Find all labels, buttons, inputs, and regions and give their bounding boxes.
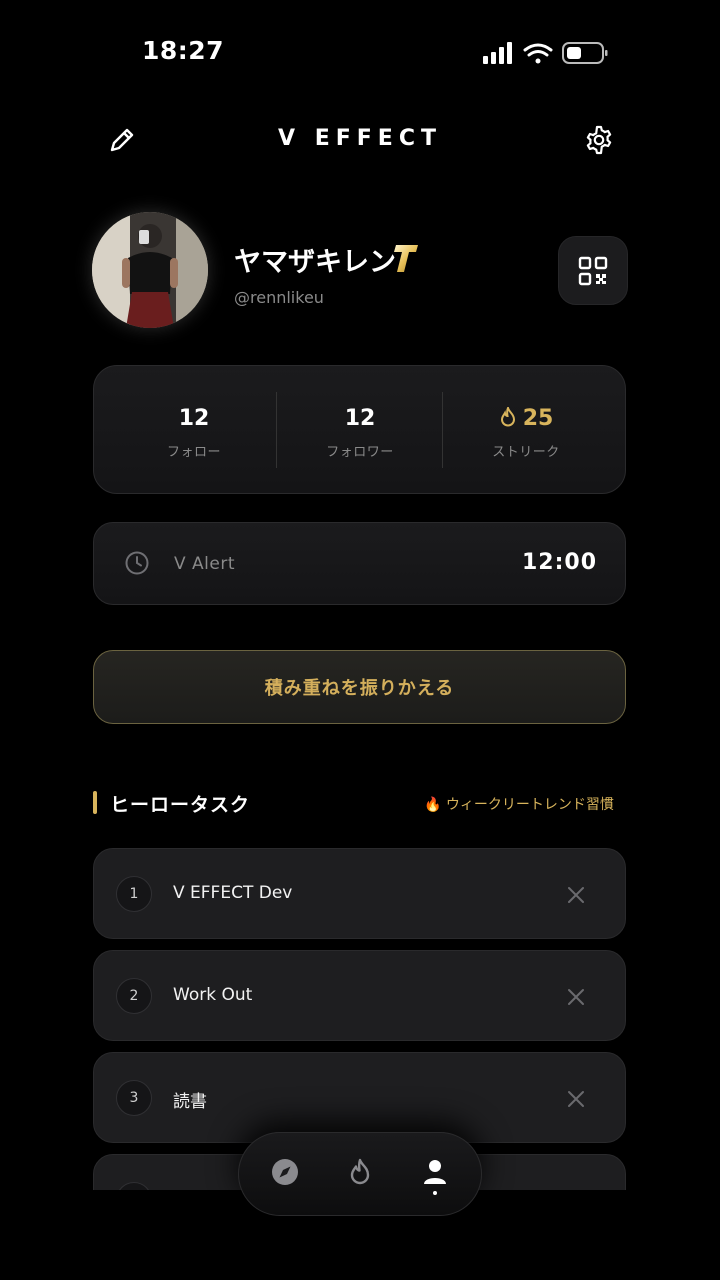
stat-streak[interactable]: 25 ストリーク — [443, 405, 609, 460]
section-title: ヒーロータスク — [110, 794, 251, 816]
task-item[interactable]: 3 読書 — [93, 1052, 626, 1143]
qr-code-icon — [578, 256, 608, 285]
task-number: 2 — [116, 978, 152, 1014]
tab-bar — [238, 1132, 482, 1216]
qr-code-button[interactable] — [558, 236, 628, 305]
flame-icon[interactable] — [345, 1157, 375, 1187]
t-badge-icon — [394, 245, 418, 272]
clock-icon — [125, 551, 149, 575]
compass-icon[interactable] — [270, 1157, 300, 1187]
avatar[interactable] — [92, 212, 208, 328]
active-tab-indicator — [433, 1191, 437, 1195]
profile-icon[interactable] — [420, 1157, 450, 1187]
status-icons — [483, 42, 608, 64]
alert-label: V Alert — [174, 554, 235, 574]
section-accent-bar — [93, 791, 97, 814]
stat-followers[interactable]: 12 フォロワー — [277, 406, 443, 460]
task-text: V EFFECT Dev — [173, 883, 293, 903]
flame-icon — [500, 405, 515, 427]
profile-handle: @rennlikeu — [234, 288, 324, 307]
profile-name: ヤマザキレン — [234, 247, 396, 278]
stat-label: フォロワー — [326, 445, 394, 460]
stat-following[interactable]: 12 フォロー — [111, 406, 277, 460]
app-title: V EFFECT — [278, 126, 442, 151]
task-item[interactable]: 2 Work Out — [93, 950, 626, 1041]
avatar-photo — [92, 212, 208, 328]
wifi-icon — [523, 43, 553, 64]
battery-icon — [562, 42, 608, 64]
stat-value: 25 — [522, 406, 554, 431]
close-icon[interactable] — [566, 885, 586, 905]
stats-card: 12 フォロー 12 フォロワー 25 ストリーク — [93, 365, 626, 494]
stat-label: ストリーク — [492, 445, 560, 460]
gear-icon[interactable] — [583, 124, 615, 156]
alert-time[interactable]: 12:00 — [480, 550, 597, 575]
task-number: 3 — [116, 1080, 152, 1116]
task-text: Work Out — [173, 985, 253, 1005]
task-text: 読書 — [173, 1092, 207, 1112]
streak-value-row: 25 — [443, 405, 609, 431]
stat-value: 12 — [178, 406, 210, 431]
weekly-trend-link[interactable]: 🔥 ウィークリートレンド習慣 — [424, 794, 614, 814]
stat-value: 12 — [344, 406, 376, 431]
edit-icon[interactable] — [106, 124, 138, 156]
task-number: 1 — [116, 876, 152, 912]
status-time: 18:27 — [142, 36, 225, 65]
reflect-button[interactable]: 積み重ねを振りかえる — [93, 650, 626, 724]
stat-label: フォロー — [166, 445, 221, 460]
task-item[interactable]: 1 V EFFECT Dev — [93, 848, 626, 939]
signal-icon — [483, 42, 512, 64]
close-icon[interactable] — [566, 987, 586, 1007]
close-icon[interactable] — [566, 1089, 586, 1109]
